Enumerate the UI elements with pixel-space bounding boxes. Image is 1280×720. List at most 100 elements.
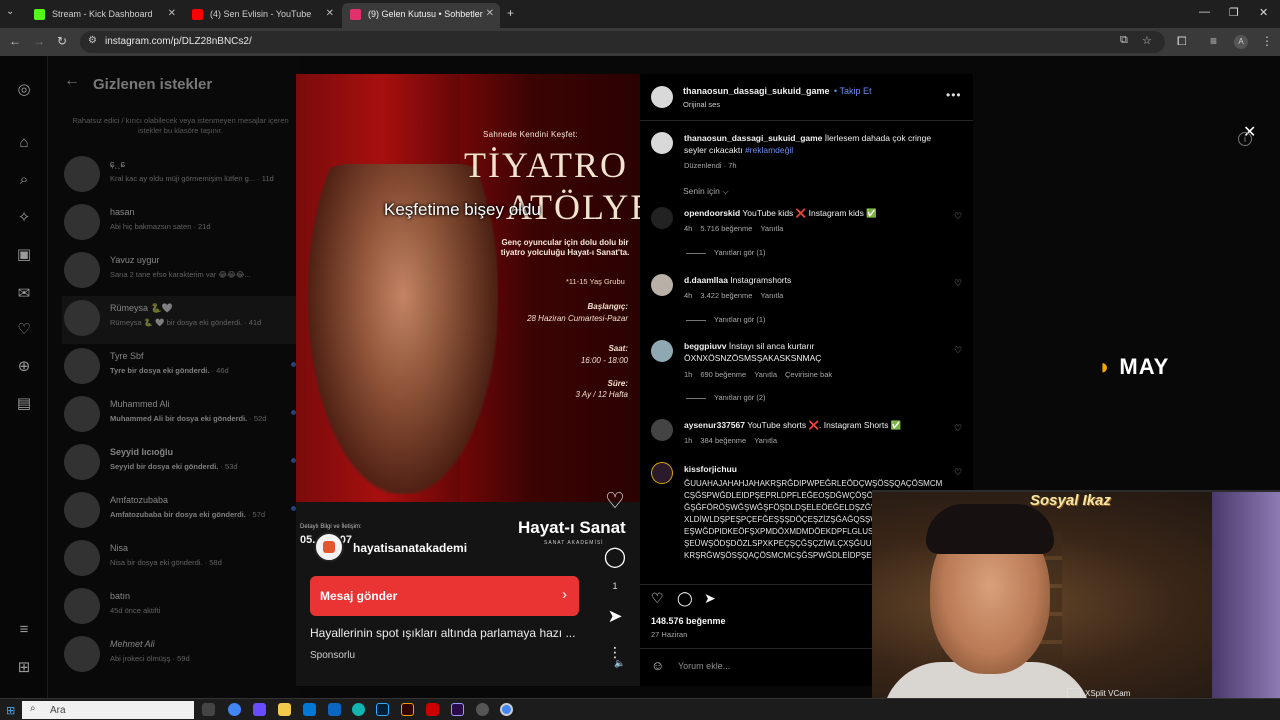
comment-icon[interactable]: ◯ xyxy=(677,590,693,607)
view-replies-link[interactable]: Yanıtları gör (1) xyxy=(686,248,766,257)
reel-video[interactable]: Sahnede Kendini Keşfet: TİYATRO ATÖLYESİ… xyxy=(296,74,640,686)
chrome-icon[interactable] xyxy=(228,703,241,716)
share-icon[interactable]: ➤ xyxy=(602,606,628,627)
list-item[interactable]: Amfatozubaba Amfatozubaba bir dosya eki … xyxy=(62,488,298,536)
comment-input[interactable]: Yorum ekle... xyxy=(678,661,730,671)
url-field[interactable]: ⚙ instagram.com/p/DLZ28nBNCs2/ ⧉ ☆ xyxy=(80,31,1165,53)
site-info-icon[interactable]: ⚙ xyxy=(88,35,97,46)
tab-search-icon[interactable]: ⌄ xyxy=(6,6,14,17)
photoshop-icon[interactable] xyxy=(376,703,389,716)
close-icon[interactable]: ✕ xyxy=(486,8,494,19)
list-item[interactable]: Muhammed Ali Muhammed Ali bir dosya eki … xyxy=(62,392,298,440)
bookmark-star-icon[interactable]: ☆ xyxy=(1142,34,1152,47)
store-icon[interactable] xyxy=(303,703,316,716)
media-icon[interactable]: ≡ xyxy=(1210,34,1217,48)
list-item[interactable]: Nisa Nisa bir dosya eki gönderdi. · 58d xyxy=(62,536,298,584)
list-item[interactable]: Yavuz uygur Sana 2 tane efso karakterim … xyxy=(62,248,298,296)
list-item[interactable]: Tyre Sbf Tyre bir dosya eki gönderdi. · … xyxy=(62,344,298,392)
list-item[interactable]: hasan Abi hiç bakmazsın saten · 21d xyxy=(62,200,298,248)
close-icon[interactable]: ✕ xyxy=(168,8,176,19)
app-icon[interactable] xyxy=(426,703,439,716)
extensions-icon[interactable]: ⧠ xyxy=(1177,34,1187,49)
back-icon[interactable]: ← xyxy=(9,34,21,48)
windows-start-icon[interactable]: ⊞ xyxy=(6,704,15,717)
explore-icon[interactable]: ✧ xyxy=(14,208,34,228)
sort-dropdown[interactable]: Senin için ⌵ xyxy=(683,186,729,197)
avatar[interactable] xyxy=(651,132,673,154)
chrome-active-icon[interactable] xyxy=(500,703,513,716)
url-text: instagram.com/p/DLZ28nBNCs2/ xyxy=(105,36,252,47)
more-menu-icon[interactable]: ≡ xyxy=(14,621,34,641)
instagram-logo-icon[interactable]: ◎ xyxy=(14,80,34,100)
install-icon[interactable]: ⧉ xyxy=(1120,34,1128,47)
new-tab-icon[interactable]: + xyxy=(507,6,514,20)
back-arrow-icon[interactable]: ← xyxy=(64,72,80,90)
comment-like-icon[interactable]: ♡ xyxy=(954,278,962,289)
create-icon[interactable]: ⊕ xyxy=(14,357,34,377)
like-heart-icon[interactable]: ♡ xyxy=(651,590,664,607)
info-icon[interactable]: i xyxy=(1238,132,1252,146)
list-item[interactable]: batın 45d önce aktifti xyxy=(62,584,298,632)
forward-icon[interactable]: → xyxy=(33,34,45,48)
video-caption[interactable]: Hayallerinin spot ışıkları altında parla… xyxy=(310,626,575,640)
tab-instagram[interactable]: (9) Gelen Kutusu • Sohbetler ✕ xyxy=(342,3,500,28)
more-options-icon[interactable]: ••• xyxy=(946,88,962,102)
list-item[interactable]: Seyyid Iıcıoğlu Seyyid bir dosya eki gön… xyxy=(62,440,298,488)
outlook-icon[interactable] xyxy=(328,703,341,716)
share-icon[interactable]: ➤ xyxy=(704,590,716,607)
edge-icon[interactable] xyxy=(352,703,365,716)
premiere-icon[interactable] xyxy=(451,703,464,716)
sponsor-account-name[interactable]: hayatisanatakademi xyxy=(353,541,467,555)
view-replies-link[interactable]: Yanıtları gör (2) xyxy=(686,393,766,402)
list-item[interactable]: ɕ̦ˎˎɕ Kral kac ay oldu müji görmemişim l… xyxy=(62,152,298,200)
close-icon[interactable]: ✕ xyxy=(326,8,334,19)
comment-like-icon[interactable]: ♡ xyxy=(954,467,962,478)
tab-youtube[interactable]: (4) Sen Evlisin - YouTube ✕ xyxy=(184,3,340,28)
menu-icon[interactable]: ⋮ xyxy=(1261,34,1273,48)
dashboard-icon[interactable]: ▤ xyxy=(14,394,34,414)
avatar[interactable] xyxy=(651,340,673,362)
like-heart-icon[interactable]: ♡ xyxy=(602,488,628,514)
send-message-button[interactable]: Mesaj gönder › xyxy=(310,576,579,616)
list-item[interactable]: Rümeysa 🐍🤍 Rümeysa 🐍 🤍 bir dosya eki gön… xyxy=(62,296,298,344)
comment-like-icon[interactable]: ♡ xyxy=(954,423,962,434)
restore-icon[interactable]: ❐ xyxy=(1229,6,1239,19)
task-view-icon[interactable] xyxy=(202,703,215,716)
messenger-icon[interactable]: ✉ xyxy=(14,284,34,304)
avatar[interactable] xyxy=(651,274,673,296)
search-icon[interactable]: ⌕ xyxy=(14,171,34,191)
comment-like-icon[interactable]: ♡ xyxy=(954,345,962,356)
minimize-icon[interactable]: — xyxy=(1199,6,1210,18)
obs-icon[interactable] xyxy=(476,703,489,716)
home-icon[interactable]: ⌂ xyxy=(14,134,34,154)
profile-avatar-icon[interactable]: A xyxy=(1234,35,1248,49)
file-explorer-icon[interactable] xyxy=(278,703,291,716)
comment-like-icon[interactable]: ♡ xyxy=(954,211,962,222)
illustrator-icon[interactable] xyxy=(401,703,414,716)
comment-meta: 4h 3.422 beğenme Yanıtla xyxy=(684,291,784,300)
dm-preview: Seyyid bir dosya eki gönderdi. · 53d xyxy=(110,462,238,471)
comment-icon[interactable]: ◯ xyxy=(602,544,628,569)
follow-button[interactable]: • Takip Et xyxy=(834,86,872,96)
tab-kick[interactable]: Stream - Kick Dashboard ✕ xyxy=(26,3,182,28)
avatar[interactable] xyxy=(314,532,344,562)
notifications-heart-icon[interactable]: ♡ xyxy=(14,320,34,340)
avatar[interactable] xyxy=(651,86,673,108)
app-icon[interactable] xyxy=(253,703,266,716)
post-author[interactable]: thanaosun_dassagi_sukuid_game xyxy=(683,86,830,96)
audio-label[interactable]: Orijinal ses xyxy=(683,100,720,109)
avatar[interactable] xyxy=(651,207,673,229)
poster-time-value: 16:00 - 18:00 xyxy=(580,356,628,365)
taskbar-search[interactable]: ⌕ Ara xyxy=(22,701,194,719)
view-replies-link[interactable]: Yanıtları gör (1) xyxy=(686,315,766,324)
reload-icon[interactable]: ↻ xyxy=(57,34,67,48)
threads-icon[interactable]: ⊞ xyxy=(14,658,34,678)
close-window-icon[interactable]: ✕ xyxy=(1259,6,1268,19)
list-item[interactable]: Mehmet Ali Abi jrokeci ölmüşş · 59d xyxy=(62,632,298,680)
like-count[interactable]: 148.576 beğenme xyxy=(651,616,726,626)
volume-icon[interactable]: 🔈 xyxy=(613,658,627,669)
avatar[interactable] xyxy=(651,419,673,441)
avatar[interactable] xyxy=(651,462,673,484)
reels-icon[interactable]: ▣ xyxy=(14,245,34,265)
emoji-icon[interactable]: ☺ xyxy=(651,658,664,673)
